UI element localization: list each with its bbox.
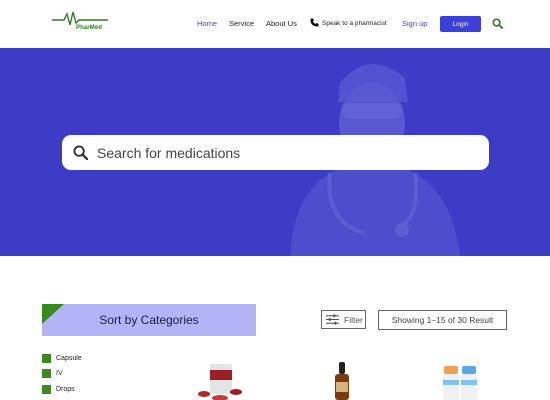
category-label: Drops: [56, 385, 75, 393]
category-checkbox[interactable]: [42, 368, 51, 378]
pill-box-product-image: [198, 364, 242, 400]
category-label: Capsule: [56, 354, 82, 362]
brand-name: PharMed: [76, 25, 103, 31]
search-icon[interactable]: [492, 18, 503, 29]
results-count: Showing 1–15 of 30 Result: [378, 310, 507, 330]
sliders-icon: [326, 314, 339, 325]
product-card[interactable]: [330, 360, 354, 400]
nav-speak-to-pharmacist[interactable]: Speak to a pharmacist: [322, 20, 387, 27]
nav-service[interactable]: Service: [229, 19, 254, 28]
product-card[interactable]: [196, 360, 248, 400]
filter-label: Filter: [344, 314, 363, 325]
top-navbar: PharMed Home Service About Us Speak to a…: [0, 0, 550, 48]
pill-bottles-product-image: [443, 366, 477, 400]
results-text: Showing 1–15 of 30 Result: [391, 315, 494, 325]
search-input[interactable]: Search for medications: [97, 145, 240, 161]
dropper-bottle-product-image: [335, 362, 349, 400]
login-button[interactable]: Login: [440, 16, 481, 32]
hero-banner: Search for medications: [0, 48, 550, 256]
product-card[interactable]: [438, 360, 482, 400]
phone-icon: [310, 18, 319, 27]
category-checkbox[interactable]: [42, 384, 51, 394]
nav-home[interactable]: Home: [197, 19, 217, 28]
category-item[interactable]: Drops: [42, 384, 75, 394]
search-icon: [73, 145, 88, 160]
nav-about-us[interactable]: About Us: [266, 19, 297, 28]
brand-logo[interactable]: PharMed: [52, 11, 110, 35]
categories-title: Sort by Categories: [99, 313, 199, 327]
filter-button[interactable]: Filter: [321, 310, 366, 329]
category-item[interactable]: Capsule: [42, 353, 82, 363]
categories-header: Sort by Categories: [42, 304, 256, 336]
category-checkbox[interactable]: [42, 353, 51, 363]
nav-sign-up[interactable]: Sign up: [402, 19, 427, 28]
category-item[interactable]: IV: [42, 368, 63, 378]
medication-search-bar[interactable]: Search for medications: [62, 135, 489, 170]
category-label: IV: [56, 369, 63, 377]
